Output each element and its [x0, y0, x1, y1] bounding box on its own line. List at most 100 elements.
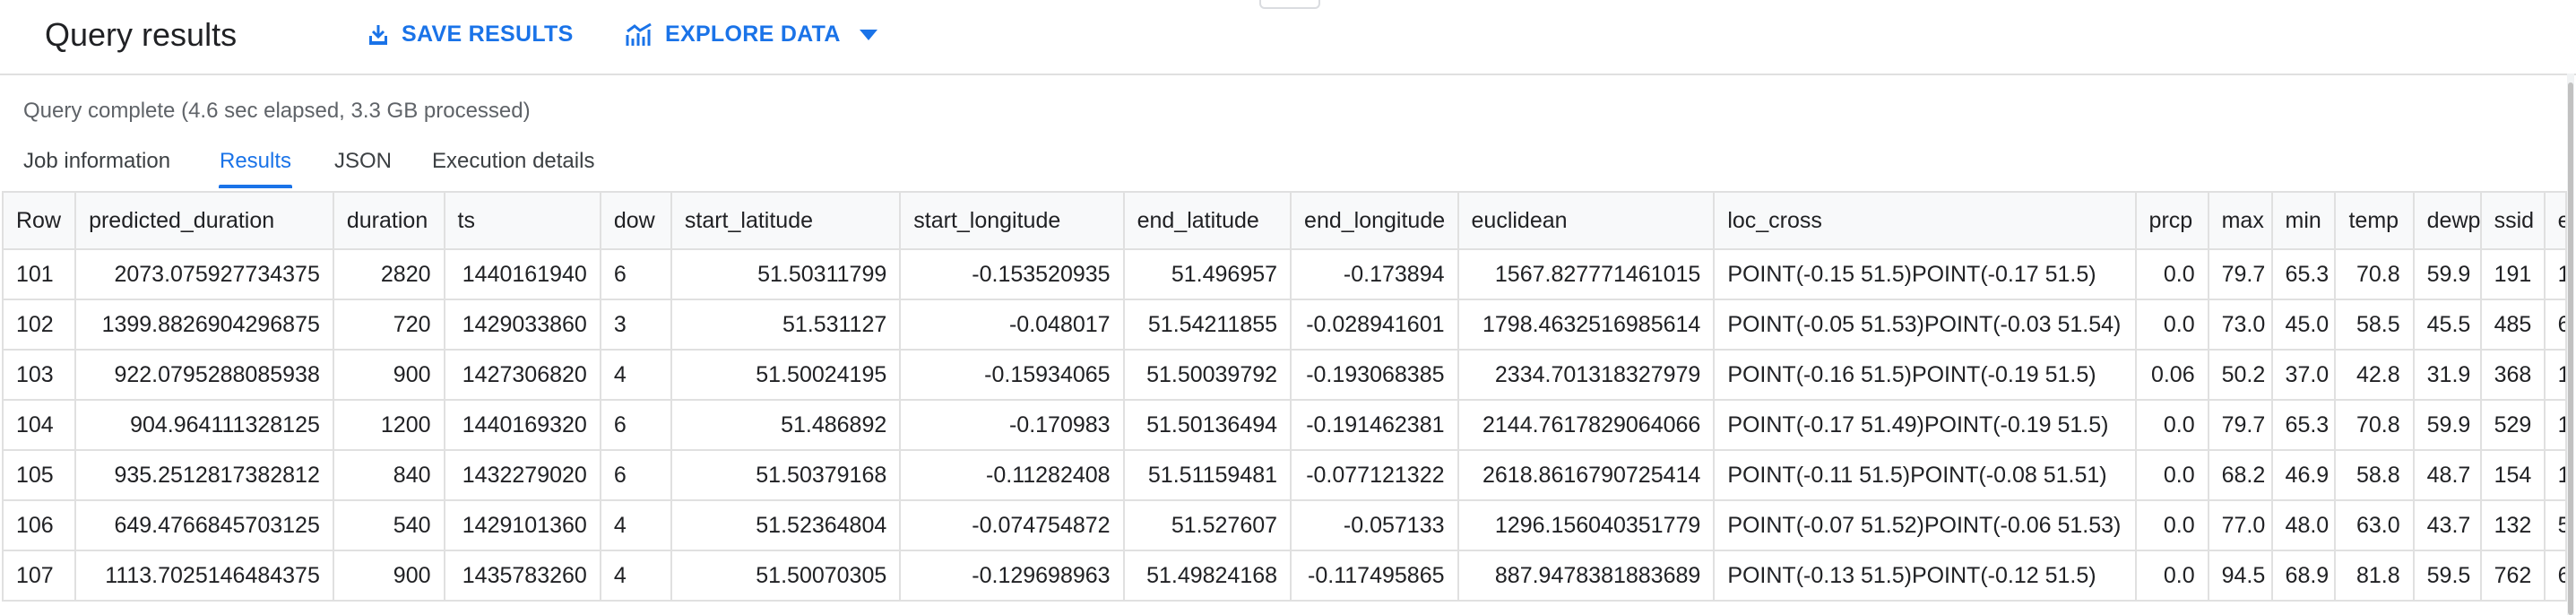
table-cell: 904.964111328125	[74, 399, 334, 451]
column-header[interactable]: e	[2543, 191, 2568, 250]
table-cell: 43.7	[2412, 499, 2482, 551]
table-cell: 2618.8616790725414	[1457, 449, 1716, 501]
results-toolbar: Query results SAVE RESULTS EXPLORE DATA	[0, 0, 2576, 75]
table-cell: 51.54211855	[1122, 299, 1292, 351]
table-cell: 154	[2479, 449, 2546, 501]
table-cell: 51.50311799	[670, 248, 902, 300]
column-header[interactable]: start_longitude	[899, 191, 1125, 250]
table-cell: 935.2512817382812	[74, 449, 334, 501]
table-cell: 105	[1, 449, 77, 501]
scrollbar-thumb[interactable]	[2568, 82, 2573, 615]
table-row[interactable]: 104 904.964111328125 1200 1440169320 6 51.486…	[1, 399, 2568, 451]
column-header[interactable]: max	[2207, 191, 2273, 250]
table-cell: POINT(-0.17 51.49)POINT(-0.19 51.5)	[1713, 399, 2137, 451]
vertical-scrollbar[interactable]	[2567, 74, 2574, 615]
column-header[interactable]: temp	[2334, 191, 2415, 250]
table-row[interactable]: 101 2073.075927734375 2820 1440161940 6 51.50…	[1, 248, 2568, 300]
column-header[interactable]: min	[2270, 191, 2337, 250]
table-cell: 1440161940	[443, 248, 601, 300]
table-cell: -0.129698963	[899, 550, 1125, 602]
column-header[interactable]: dow	[599, 191, 672, 250]
table-cell: 1	[2543, 349, 2568, 401]
table-cell: 94.5	[2207, 550, 2273, 602]
explore-data-button[interactable]: EXPLORE DATA	[626, 22, 878, 48]
table-cell: 1	[2543, 399, 2568, 451]
tab-execution-details[interactable]: Execution details	[432, 149, 594, 174]
column-header[interactable]: Row	[1, 191, 77, 250]
table-cell: 6	[599, 399, 672, 451]
table-cell: 529	[2479, 399, 2546, 451]
table-cell: 1567.827771461015	[1457, 248, 1716, 300]
table-row[interactable]: 107 1113.7025146484375 900 1435783260 4 51.50…	[1, 550, 2568, 602]
column-header[interactable]: end_latitude	[1122, 191, 1292, 250]
query-status: Query complete (4.6 sec elapsed, 3.3 GB …	[23, 99, 531, 123]
column-header[interactable]: end_longitude	[1290, 191, 1459, 250]
table-cell: -0.057133	[1290, 499, 1459, 551]
table-cell: 4	[599, 550, 672, 602]
tab-job-information[interactable]: Job information	[23, 149, 170, 174]
table-row[interactable]: 106 649.4766845703125 540 1429101360 4 51.523…	[1, 499, 2568, 551]
table-cell: 6	[599, 248, 672, 300]
table-cell: 1399.8826904296875	[74, 299, 334, 351]
table-cell: -0.15934065	[899, 349, 1125, 401]
table-row[interactable]: 102 1399.8826904296875 720 1429033860 3 51.53…	[1, 299, 2568, 351]
table-cell: 59.9	[2412, 248, 2482, 300]
table-cell: 79.7	[2207, 399, 2273, 451]
download-icon	[369, 24, 387, 45]
table-cell: 48.7	[2412, 449, 2482, 501]
table-cell: 51.51159481	[1122, 449, 1292, 501]
table-cell: 51.50136494	[1122, 399, 1292, 451]
column-header[interactable]: dewp	[2412, 191, 2482, 250]
table-cell: 720	[332, 299, 445, 351]
page-title: Query results	[45, 16, 238, 53]
table-cell: 50.2	[2207, 349, 2273, 401]
caret-down-icon[interactable]	[859, 29, 878, 41]
table-cell: -0.048017	[899, 299, 1125, 351]
table-cell: 31.9	[2412, 349, 2482, 401]
active-tab-indicator	[219, 185, 292, 188]
table-cell: 2144.7617829064066	[1457, 399, 1716, 451]
table-cell: 51.527607	[1122, 499, 1292, 551]
table-cell: 51.50024195	[670, 349, 902, 401]
column-header[interactable]: ts	[443, 191, 601, 250]
tab-json[interactable]: JSON	[334, 149, 392, 174]
column-header[interactable]: loc_cross	[1713, 191, 2137, 250]
column-header[interactable]: ssid	[2479, 191, 2546, 250]
table-cell: 0.06	[2134, 349, 2209, 401]
tab-results[interactable]: Results	[220, 149, 291, 174]
table-cell: 103	[1, 349, 77, 401]
table-cell: 77.0	[2207, 499, 2273, 551]
table-cell: 4	[599, 349, 672, 401]
table-row[interactable]: 103 922.0795288085938 900 1427306820 4 51.500…	[1, 349, 2568, 401]
column-header[interactable]: duration	[332, 191, 445, 250]
table-cell: 58.8	[2334, 449, 2415, 501]
table-cell: 102	[1, 299, 77, 351]
results-table: Row predicted_duration duration ts dow start_…	[1, 191, 2568, 602]
table-cell: 887.9478381883689	[1457, 550, 1716, 602]
table-cell: 101	[1, 248, 77, 300]
table-cell: -0.170983	[899, 399, 1125, 451]
table-cell: 51.52364804	[670, 499, 902, 551]
table-row[interactable]: 105 935.2512817382812 840 1432279020 6 51.503…	[1, 449, 2568, 501]
table-cell: 2334.701318327979	[1457, 349, 1716, 401]
table-cell: 1440169320	[443, 399, 601, 451]
table-cell: 68.9	[2270, 550, 2337, 602]
table-cell: 1296.156040351779	[1457, 499, 1716, 551]
table-cell: 0.0	[2134, 499, 2209, 551]
table-cell: 70.8	[2334, 399, 2415, 451]
table-cell: 1427306820	[443, 349, 601, 401]
table-cell: -0.193068385	[1290, 349, 1459, 401]
table-cell: 0.0	[2134, 550, 2209, 602]
save-results-button[interactable]: SAVE RESULTS	[367, 22, 574, 48]
column-header[interactable]: euclidean	[1457, 191, 1716, 250]
table-cell: -0.153520935	[899, 248, 1125, 300]
table-cell: 0.0	[2134, 399, 2209, 451]
table-cell: POINT(-0.11 51.5)POINT(-0.08 51.51)	[1713, 449, 2137, 501]
table-cell: POINT(-0.07 51.52)POINT(-0.06 51.53)	[1713, 499, 2137, 551]
column-header[interactable]: start_latitude	[670, 191, 902, 250]
column-header[interactable]: prcp	[2134, 191, 2209, 250]
table-cell: 51.50039792	[1122, 349, 1292, 401]
table-cell: 48.0	[2270, 499, 2337, 551]
column-header[interactable]: predicted_duration	[74, 191, 334, 250]
table-cell: 51.50070305	[670, 550, 902, 602]
